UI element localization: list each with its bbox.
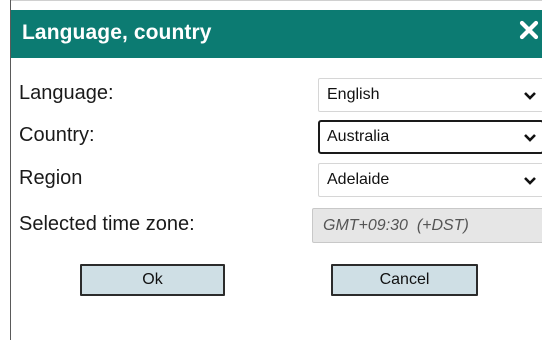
language-label: Language: — [19, 82, 114, 104]
chevron-down-icon — [523, 131, 537, 143]
timezone-value: GMT+09:30 (+DST) — [323, 217, 469, 234]
language-select-value: English — [327, 86, 380, 103]
language-select[interactable]: English — [318, 78, 542, 112]
ok-button[interactable]: Ok — [80, 264, 225, 296]
region-select-value: Adelaide — [327, 171, 390, 188]
dialog-top-border — [11, 0, 542, 10]
dialog-title: Language, country — [22, 21, 212, 44]
region-label: Region — [19, 167, 83, 189]
country-select-value: Australia — [327, 128, 390, 145]
cancel-button[interactable]: Cancel — [331, 264, 478, 296]
country-label: Country: — [19, 124, 95, 146]
timezone-label: Selected time zone: — [19, 213, 195, 235]
dialog-titlebar: Language, country — [11, 10, 542, 58]
chevron-down-icon — [523, 174, 537, 186]
timezone-readonly-field: GMT+09:30 (+DST) — [312, 208, 542, 243]
language-country-dialog: Language, country Language: English Coun… — [10, 0, 542, 340]
country-select[interactable]: Australia — [318, 120, 542, 154]
region-select[interactable]: Adelaide — [318, 163, 542, 197]
close-icon[interactable] — [517, 18, 541, 42]
chevron-down-icon — [523, 89, 537, 101]
